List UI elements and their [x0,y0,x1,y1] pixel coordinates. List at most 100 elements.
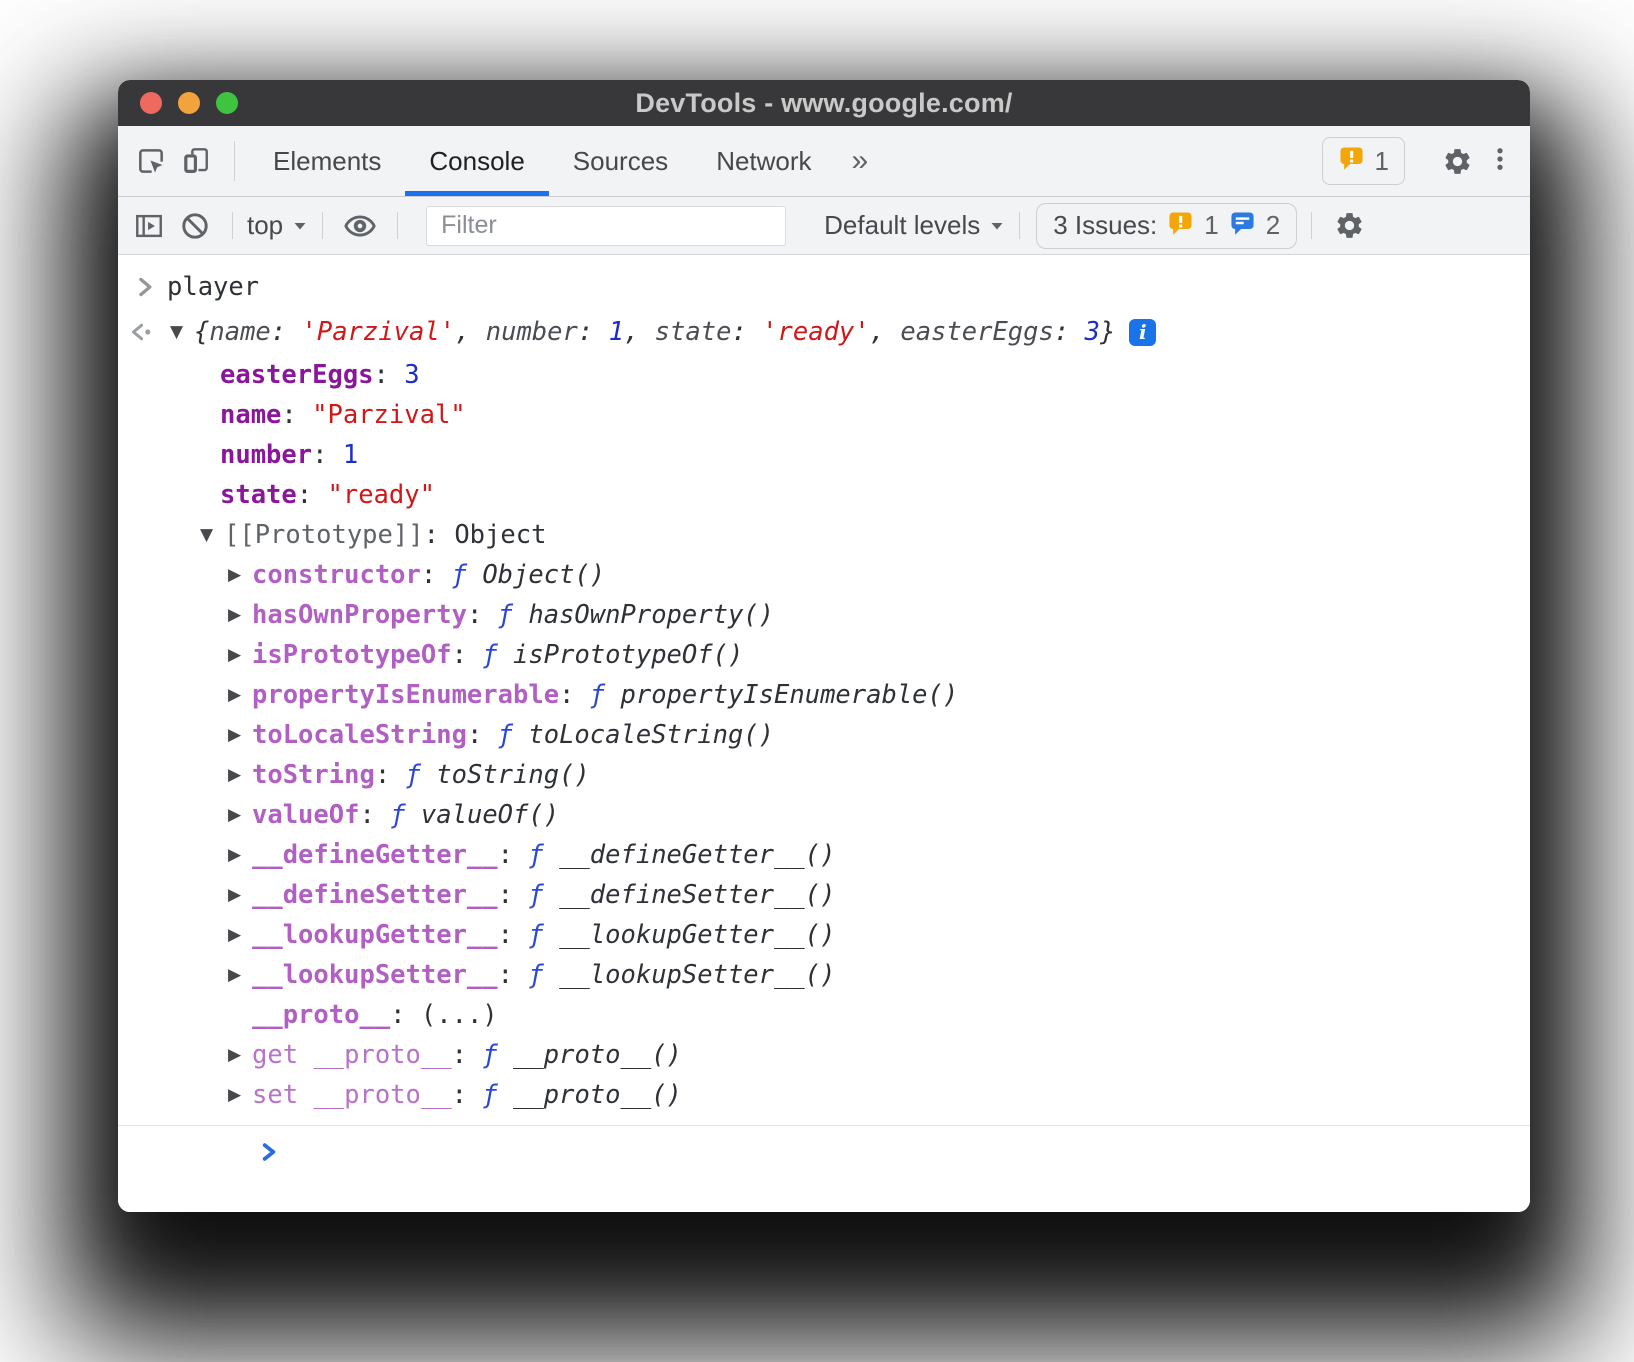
tab-network[interactable]: Network [692,126,835,196]
tab-console[interactable]: Console [405,126,548,196]
devtools-window: DevTools - www.google.com/ Elements Cons… [118,80,1530,1212]
issues-message-count: 2 [1266,210,1280,241]
object-tree-row[interactable]: ▶ isPrototypeOf: ƒ isPrototypeOf() [118,635,1530,675]
row-code: number: 1 [220,440,358,470]
object-tree-row[interactable]: ▶ hasOwnProperty: ƒ hasOwnProperty() [118,595,1530,635]
object-tree-row[interactable]: ▼ [[Prototype]]: Object [118,515,1530,555]
code-token: number [486,317,578,347]
code-token: __proto__() [513,1040,682,1070]
object-tree-row[interactable]: ▶ toLocaleString: ƒ toLocaleString() [118,715,1530,755]
object-tree-row[interactable]: ▶ __defineGetter__: ƒ __defineGetter__() [118,835,1530,875]
more-tabs-button[interactable]: » [836,126,885,196]
code-token: 1 [343,440,358,470]
expand-triangle-icon[interactable]: ▶ [228,965,252,985]
expand-triangle-icon[interactable]: ▶ [228,565,252,585]
collapse-triangle-icon[interactable]: ▼ [170,322,194,342]
code-token: ƒ [390,800,421,830]
filter-input[interactable] [426,206,786,246]
expand-triangle-icon[interactable]: ▼ [200,525,224,545]
console-sidebar-toggle-button[interactable] [126,210,172,242]
code-token: : [452,1040,483,1070]
tab-elements[interactable]: Elements [249,126,405,196]
execution-context-selector[interactable]: top [247,210,308,241]
settings-button[interactable] [1434,146,1480,177]
expand-triangle-icon[interactable]: ▶ [228,645,252,665]
row-code: __defineSetter__: ƒ __defineSetter__() [252,880,835,910]
expand-triangle-icon[interactable]: ▶ [228,1085,252,1105]
gear-icon [1442,146,1473,177]
object-tree-row[interactable]: ▶ constructor: ƒ Object() [118,555,1530,595]
code-token: "Parzival" [312,400,466,430]
info-badge-icon[interactable]: i [1129,319,1156,346]
code-token: Object [454,520,546,550]
context-label: top [247,210,283,241]
console-prompt[interactable] [118,1126,1530,1184]
inspect-element-button[interactable] [128,126,174,196]
code-token: : [421,560,452,590]
object-tree-row[interactable]: ▶ get __proto__: ƒ __proto__() [118,1035,1530,1075]
code-token: name [220,400,281,430]
code-token: number [220,440,312,470]
device-toolbar-button[interactable] [174,126,220,196]
console-result-row[interactable]: ▼ {name: 'Parzival', number: 1, state: '… [118,309,1530,355]
error-badge[interactable]: 1 [1322,137,1405,185]
close-button[interactable] [140,92,162,114]
expand-triangle-icon[interactable]: ▶ [228,885,252,905]
issues-counter[interactable]: 3 Issues: 1 2 [1036,203,1297,249]
object-tree-row[interactable]: name: "Parzival" [118,395,1530,435]
object-tree-row[interactable]: ▶ __defineSetter__: ƒ __defineSetter__() [118,875,1530,915]
object-tree-row[interactable]: easterEggs: 3 [118,355,1530,395]
object-tree-row[interactable]: __proto__: (...) [118,995,1530,1035]
divider [397,212,398,239]
expand-triangle-icon[interactable]: ▶ [228,765,252,785]
object-tree-row[interactable]: ▶ valueOf: ƒ valueOf() [118,795,1530,835]
code-token: __defineSetter__() [559,880,835,910]
code-token: ƒ [406,760,437,790]
row-code: toLocaleString: ƒ toLocaleString() [252,720,774,750]
expand-triangle-icon[interactable]: ▶ [228,805,252,825]
console-toolbar: top Default levels 3 Issues: [118,197,1530,255]
code-token: toString() [436,760,590,790]
row-code: constructor: ƒ Object() [252,560,605,590]
code-token: propertyIsEnumerable [252,680,559,710]
code-token: ƒ [498,600,529,630]
object-tree-row[interactable]: number: 1 [118,435,1530,475]
console-settings-button[interactable] [1326,210,1372,241]
object-tree-row[interactable]: ▶ set __proto__: ƒ __proto__() [118,1075,1530,1115]
window-title: DevTools - www.google.com/ [635,88,1012,119]
clear-console-button[interactable] [172,210,218,242]
divider [234,141,235,181]
object-tree-row[interactable]: ▶ propertyIsEnumerable: ƒ propertyIsEnum… [118,675,1530,715]
object-tree-row[interactable]: ▶ toString: ƒ toString() [118,755,1530,795]
code-token: ƒ [528,960,559,990]
log-levels-dropdown[interactable]: Default levels [824,210,1005,241]
tab-bar: Elements Console Sources Network » 1 [118,126,1530,197]
object-tree-row[interactable]: state: "ready" [118,475,1530,515]
expand-triangle-icon[interactable]: ▶ [228,925,252,945]
code-token: 'ready' [762,317,869,347]
code-token: 'Parzival' [302,317,456,347]
code-token: __lookupSetter__() [559,960,835,990]
row-code: state: "ready" [220,480,435,510]
tab-sources[interactable]: Sources [549,126,692,196]
code-token: : [498,840,529,870]
row-code: toString: ƒ toString() [252,760,590,790]
expand-triangle-icon[interactable]: ▶ [228,845,252,865]
expand-triangle-icon[interactable]: ▶ [228,685,252,705]
object-tree-row[interactable]: ▶ __lookupGetter__: ƒ __lookupGetter__() [118,915,1530,955]
live-expression-button[interactable] [337,209,383,243]
return-value-icon [128,319,158,345]
titlebar: DevTools - www.google.com/ [118,80,1530,126]
expand-triangle-icon[interactable]: ▶ [228,1045,252,1065]
kebab-menu-button[interactable] [1480,144,1520,179]
row-code: isPrototypeOf: ƒ isPrototypeOf() [252,640,743,670]
zoom-button[interactable] [216,92,238,114]
expand-triangle-icon[interactable]: ▶ [228,605,252,625]
code-token: ƒ [452,560,483,590]
minimize-button[interactable] [178,92,200,114]
object-tree-row[interactable]: ▶ __lookupSetter__: ƒ __lookupSetter__() [118,955,1530,995]
code-token: name [209,317,270,347]
code-token: isPrototypeOf [252,640,452,670]
expand-triangle-icon[interactable]: ▶ [228,725,252,745]
code-token: toLocaleString() [528,720,774,750]
